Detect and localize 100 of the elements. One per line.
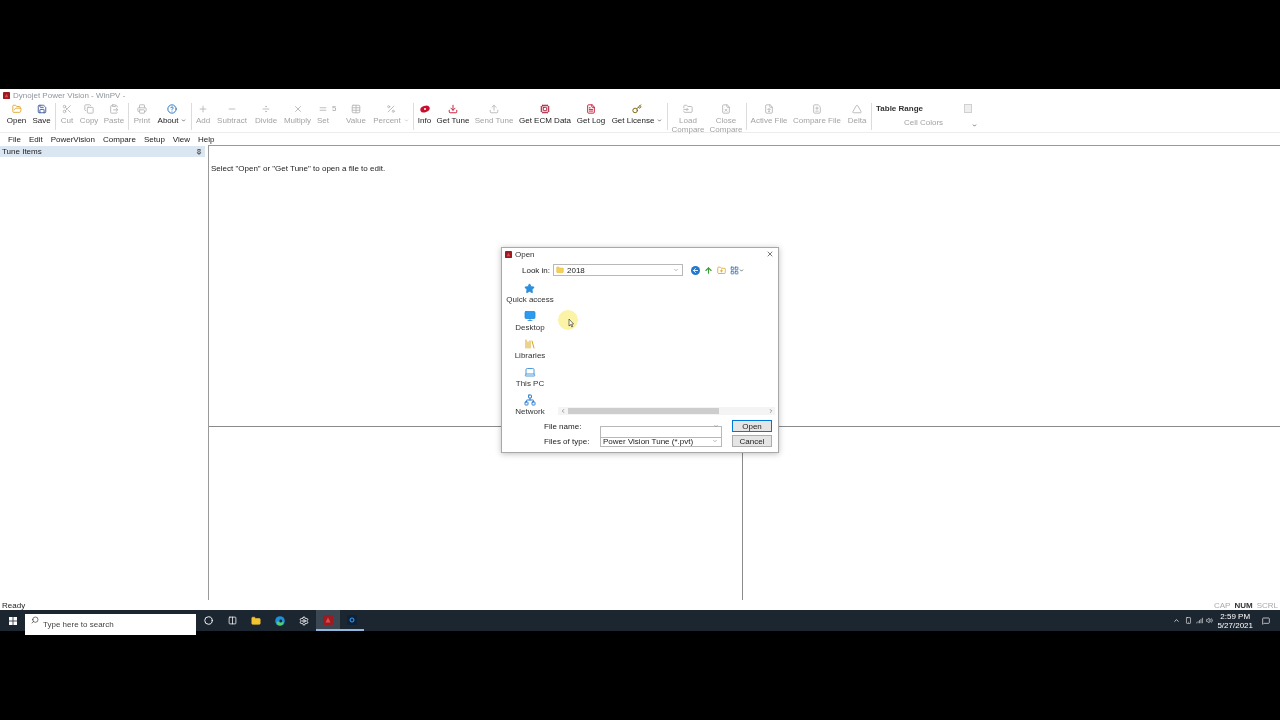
chevron-icon <box>713 423 719 429</box>
file-name-field[interactable] <box>600 426 722 438</box>
computer-icon <box>524 366 536 378</box>
folder-icon <box>556 266 564 274</box>
menu-item[interactable]: Edit <box>28 134 43 144</box>
clock-button[interactable]: 2:59 PM 5/27/2021 <box>1217 611 1253 630</box>
field-label: Files of type: <box>544 436 591 446</box>
clipboard-icon <box>109 104 119 114</box>
toolbar-button[interactable]: Get Log <box>574 101 608 133</box>
task-view-icon <box>227 616 237 625</box>
key-indicator: NUM <box>1234 600 1253 610</box>
toolbar-button[interactable]: Get ECM Data <box>516 101 574 133</box>
table-icon <box>351 104 361 114</box>
network-icon <box>524 394 536 406</box>
toolbar-button[interactable]: Get Tune <box>434 101 472 133</box>
printer-icon <box>137 104 147 114</box>
start-icon <box>8 616 17 625</box>
back-icon[interactable] <box>691 265 700 275</box>
toolbar-button[interactable]: Get License <box>608 101 666 133</box>
menu-item[interactable]: Setup <box>143 134 165 144</box>
app-icon <box>347 614 357 625</box>
field-label: Look in: <box>522 265 552 275</box>
scrollbar[interactable] <box>558 407 775 415</box>
plus-icon <box>198 104 208 114</box>
menu-item[interactable]: Help <box>198 134 215 144</box>
app-icon <box>3 91 10 99</box>
oval-icon <box>419 104 430 114</box>
circle-icon <box>203 616 213 625</box>
close-button[interactable] <box>765 249 774 259</box>
folder-icon <box>683 104 693 114</box>
settings-icon <box>299 615 309 626</box>
app-icon <box>323 614 333 625</box>
triangle-icon <box>852 104 862 114</box>
download-icon <box>448 104 458 114</box>
close-icon <box>765 250 774 258</box>
dialog-button[interactable]: Open <box>732 420 772 432</box>
taskbar-button[interactable] <box>316 610 340 631</box>
upload-icon <box>489 104 499 114</box>
toolbar-button[interactable]: About <box>154 101 190 133</box>
volume-icon[interactable] <box>1206 617 1214 624</box>
scissors-icon <box>62 104 72 114</box>
status-text: Ready <box>2 600 26 610</box>
chip-icon <box>540 104 550 114</box>
equals-icon <box>318 104 328 114</box>
folder-icon <box>251 615 261 626</box>
phone-icon[interactable] <box>1185 617 1193 624</box>
app-icon <box>505 250 512 258</box>
look-in-dropdown[interactable]: 2018 <box>553 264 683 276</box>
chevron-icon <box>712 438 718 444</box>
place-item[interactable]: Libraries <box>514 338 546 360</box>
dialog-button[interactable]: Cancel <box>732 435 772 447</box>
file-x-icon <box>721 104 731 114</box>
folder-open-icon <box>11 104 22 114</box>
menu-item[interactable]: PowerVision <box>50 134 95 144</box>
place-item[interactable]: This PC <box>515 366 545 388</box>
browser-icon <box>275 615 285 626</box>
save-icon <box>36 104 47 114</box>
place-item[interactable]: Desktop <box>515 310 545 332</box>
place-item[interactable]: Network <box>515 394 545 416</box>
panel-title: Tune Items <box>2 147 42 156</box>
notification-icon[interactable] <box>1262 616 1270 625</box>
file-type-dropdown[interactable]: Power Vision Tune (*.pvt) <box>600 435 722 447</box>
file-icon <box>764 104 774 114</box>
key-indicator: CAP <box>1214 600 1231 610</box>
multiply-icon <box>292 104 303 114</box>
hint-text: Select "Open" or "Get Tune" to open a file to edit. <box>211 164 386 173</box>
place-item[interactable]: Quick access <box>506 283 554 304</box>
search-icon <box>31 616 39 624</box>
menu-item[interactable]: File <box>8 134 21 144</box>
file-diff-icon <box>812 104 822 114</box>
library-icon <box>524 338 536 350</box>
view-menu-icon[interactable] <box>730 265 739 275</box>
key-indicator: SCRL <box>1256 600 1278 610</box>
percent-icon <box>386 104 396 114</box>
menu-item[interactable]: View <box>172 134 191 144</box>
copy-icon <box>84 104 94 114</box>
step-value: 5 <box>332 104 338 113</box>
group-label: Cell Colors <box>904 118 944 127</box>
chevron-icon <box>673 267 679 273</box>
toolbar-button[interactable]: Info <box>415 101 434 133</box>
pin-icon[interactable] <box>196 148 202 155</box>
group-title: Table Range <box>876 104 923 113</box>
document-icon <box>586 104 596 114</box>
field-label: File name: <box>544 421 583 431</box>
key-icon <box>632 104 642 114</box>
star-icon <box>524 283 536 294</box>
dialog-title: Open <box>515 249 535 259</box>
menu-item[interactable]: Compare <box>103 134 136 144</box>
caret-icon[interactable] <box>1173 617 1181 624</box>
toolbar-button[interactable]: Open <box>4 101 29 133</box>
divide-icon <box>261 104 271 114</box>
up-folder-icon[interactable] <box>704 265 713 275</box>
scrollbar-thumb[interactable] <box>568 408 719 414</box>
signal-icon[interactable] <box>1196 617 1204 624</box>
help-icon <box>167 104 177 114</box>
desktop-icon <box>524 310 536 322</box>
window-title: Dynojet Power Vision - WinPV - <box>13 90 126 100</box>
cursor-icon <box>558 310 578 330</box>
toolbar-button[interactable]: Save <box>29 101 54 133</box>
search-field[interactable]: Type here to search <box>25 614 196 635</box>
